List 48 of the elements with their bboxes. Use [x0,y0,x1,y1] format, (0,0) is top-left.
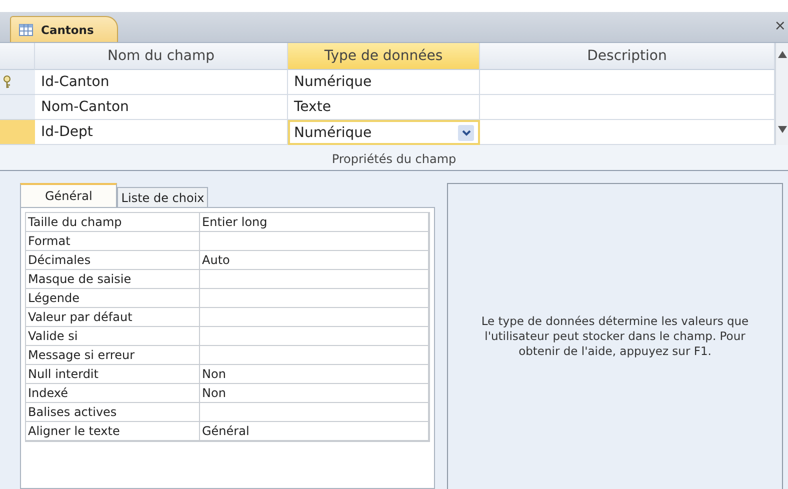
property-label: Null interdit [26,365,200,384]
property-label: Taille du champ [26,213,200,232]
property-label: Indexé [26,384,200,403]
row-selector-header [0,43,35,70]
property-label: Balises actives [26,403,200,422]
help-text: Le type de données détermine les valeurs que l'utilisateur peut stocker dans le champ. Pour obtenir de l'aide, appuyez sur F1. [480,314,750,359]
data-type-combobox[interactable]: Numérique [288,120,480,145]
field-name-cell[interactable]: Id-Canton [35,70,288,95]
column-header[interactable]: Nom du champ [35,43,288,70]
property-tab[interactable]: Liste de choix [117,187,208,207]
section-title: Propriétés du champ [332,152,456,168]
property-value[interactable] [200,232,429,251]
column-header[interactable]: Description [480,43,775,70]
property-value[interactable] [200,289,429,308]
table-icon [19,24,33,36]
property-value[interactable] [200,346,429,365]
scrollbar[interactable] [775,43,788,145]
property-label: Masque de saisie [26,270,200,289]
property-value[interactable] [200,403,429,422]
document-tab[interactable]: Cantons [10,16,118,42]
data-type-cell[interactable]: Numérique [288,70,480,95]
column-header[interactable]: Type de données [288,43,480,70]
row-selector[interactable] [0,70,35,95]
property-label: Valide si [26,327,200,346]
property-label: Légende [26,289,200,308]
property-label: Valeur par défaut [26,308,200,327]
property-value[interactable]: Entier long [200,213,429,232]
property-label: Message si erreur [26,346,200,365]
description-cell[interactable] [480,70,775,95]
property-value[interactable]: Général [200,422,429,441]
scroll-up-icon[interactable] [778,51,786,58]
property-label: Aligner le texte [26,422,200,441]
property-value[interactable]: Auto [200,251,429,270]
property-value[interactable] [200,327,429,346]
chevron-down-icon [462,130,470,136]
field-name-cell[interactable]: Nom-Canton [35,95,288,120]
close-button[interactable]: × [774,18,786,34]
property-value[interactable]: Non [200,384,429,403]
description-cell[interactable] [480,95,775,120]
key-icon [3,75,11,89]
data-type-cell[interactable]: Texte [288,95,480,120]
property-tab[interactable]: Général [20,183,118,207]
property-value[interactable] [200,308,429,327]
scroll-down-icon[interactable] [778,126,786,133]
property-label: Décimales [26,251,200,270]
property-label: Format [26,232,200,251]
property-value[interactable] [200,270,429,289]
property-value[interactable]: Non [200,365,429,384]
